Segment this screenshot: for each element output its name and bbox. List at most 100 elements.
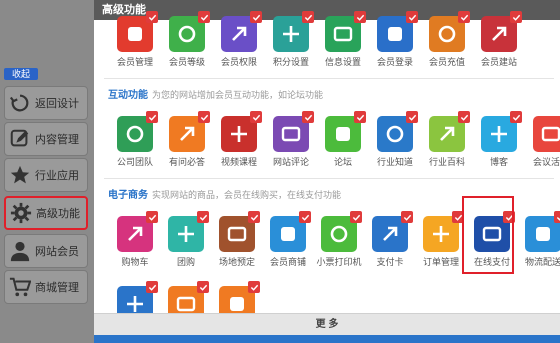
checked-icon xyxy=(554,211,560,223)
feature-label: 会员权限 xyxy=(220,57,257,67)
section-title-ecommerce: 电子商务 实现网站的商品，会员在线购买，在线支付功能 xyxy=(108,186,341,201)
team-icon xyxy=(117,111,158,152)
sidebar-item-label: 返回设计 xyxy=(35,98,79,110)
edit-icon xyxy=(5,124,35,154)
left-sidebar: 收起 返回设计 内容管理 行业应用 高级功能 网站会员 商城管理 xyxy=(0,0,96,343)
logistics-icon xyxy=(525,211,560,252)
checked-icon xyxy=(146,111,158,123)
feature-tile[interactable]: 支付卡 xyxy=(367,211,413,268)
checked-icon xyxy=(458,111,470,123)
checked-icon xyxy=(146,211,158,223)
feature-label: 场地预定 xyxy=(218,257,255,267)
sidebar-item-advanced[interactable]: 高级功能 xyxy=(4,196,88,230)
more-button[interactable]: 更 多 xyxy=(94,313,560,335)
sidebar-item-back-design[interactable]: 返回设计 xyxy=(4,86,88,120)
feature-tile[interactable]: 会员登录 xyxy=(372,11,418,68)
checked-icon xyxy=(401,211,413,223)
checked-icon xyxy=(146,281,158,293)
feature-tile[interactable]: 行业百科 xyxy=(424,111,470,168)
checked-icon xyxy=(250,11,262,23)
checked-icon xyxy=(406,111,418,123)
feature-tile[interactable]: 会员等级 xyxy=(164,11,210,68)
feature-tile[interactable]: 会员充值 xyxy=(424,11,470,68)
checked-icon xyxy=(510,111,522,123)
collapse-button[interactable]: 收起 xyxy=(4,68,38,80)
feature-tile[interactable]: 网站评论 xyxy=(268,111,314,168)
receipt-printer-icon xyxy=(321,211,362,252)
encyclopedia-icon xyxy=(429,111,470,152)
checked-icon xyxy=(198,11,210,23)
feature-label: 视频课程 xyxy=(220,157,257,167)
industry-know-icon xyxy=(377,111,418,152)
checked-icon xyxy=(248,281,260,293)
member-level-icon xyxy=(169,11,210,52)
collapse-label: 收起 xyxy=(11,69,30,79)
booking-icon xyxy=(219,211,260,252)
feature-tile[interactable]: 场地预定 xyxy=(214,211,260,268)
bottom-strip xyxy=(94,335,560,343)
back-icon xyxy=(5,88,35,118)
feature-tile[interactable]: 公司团队 xyxy=(112,111,158,168)
feature-label: 会议活动 xyxy=(532,157,560,167)
feature-tile[interactable]: 会员建站 xyxy=(476,11,522,68)
feature-tile[interactable]: 会员管理 xyxy=(112,11,158,68)
feature-label: 会员充值 xyxy=(428,57,465,67)
sidebar-item-content[interactable]: 内容管理 xyxy=(4,122,88,156)
member-recharge-icon xyxy=(429,11,470,52)
section-desc: 为您的网站增加会员互动功能，如论坛功能 xyxy=(152,90,324,100)
sidebar-item-industry[interactable]: 行业应用 xyxy=(4,158,88,192)
section-title-text: 电子商务 xyxy=(108,190,148,201)
feature-tile[interactable]: 积分设置 xyxy=(268,11,314,68)
feature-tile[interactable]: 行业知道 xyxy=(372,111,418,168)
feature-tile[interactable]: 购物车 xyxy=(112,211,158,268)
feature-tile[interactable]: 小票打印机 xyxy=(316,211,362,268)
feature-tile[interactable]: 会员权限 xyxy=(216,11,262,68)
feature-label: 积分设置 xyxy=(272,57,309,67)
feature-label: 公司团队 xyxy=(116,157,153,167)
feature-tile[interactable]: 信息设置 xyxy=(320,11,366,68)
meeting-icon xyxy=(533,116,560,152)
sidebar-item-label: 网站会员 xyxy=(35,246,79,258)
payment-card-icon xyxy=(372,211,413,252)
feature-label: 博客 xyxy=(489,157,508,167)
feature-label: 会员登录 xyxy=(376,57,413,67)
checked-icon xyxy=(198,111,210,123)
qa-icon xyxy=(169,111,210,152)
feature-tile[interactable]: 有问必答 xyxy=(164,111,210,168)
sidebar-item-label: 商城管理 xyxy=(35,282,79,294)
checked-icon xyxy=(350,211,362,223)
comment-icon xyxy=(273,111,314,152)
checked-icon xyxy=(302,111,314,123)
feature-label: 订单管理 xyxy=(422,257,459,267)
feature-tile[interactable]: 论坛 xyxy=(320,111,366,168)
feature-tile[interactable]: 会员商铺 xyxy=(265,211,311,268)
advanced-features-modal: 高级功能 会员管理 会员等级 会员权限 积分设置 信息设置 会员登录 会员充值 会员建站 互动… xyxy=(94,0,560,343)
feature-label: 网站评论 xyxy=(272,157,309,167)
checked-icon xyxy=(458,11,470,23)
feature-label: 小票打印机 xyxy=(316,257,362,267)
feature-label: 团购 xyxy=(176,257,195,267)
feature-tile[interactable]: 物流配送 xyxy=(520,211,560,268)
feature-tile[interactable]: 视频课程 xyxy=(216,111,262,168)
member-shop-icon xyxy=(270,211,311,252)
star-icon xyxy=(5,160,35,190)
checked-icon xyxy=(406,11,418,23)
feature-tile[interactable]: 订单管理 xyxy=(418,211,464,268)
sidebar-item-label: 行业应用 xyxy=(35,170,79,182)
feature-tile[interactable]: 会议活动 xyxy=(528,116,560,168)
feature-label: 有问必答 xyxy=(168,157,205,167)
section-divider xyxy=(104,78,554,79)
user-icon xyxy=(5,236,35,266)
checked-icon xyxy=(250,111,262,123)
feature-tile[interactable]: 团购 xyxy=(163,211,209,268)
member-manage-icon xyxy=(117,11,158,52)
gear-icon xyxy=(6,198,36,228)
checked-icon xyxy=(146,11,158,23)
feature-label: 支付卡 xyxy=(376,257,404,267)
section-divider xyxy=(104,178,554,179)
sidebar-item-shop[interactable]: 商城管理 xyxy=(4,270,88,304)
checked-icon xyxy=(510,11,522,23)
feature-tile[interactable]: 博客 xyxy=(476,111,522,168)
sidebar-item-members[interactable]: 网站会员 xyxy=(4,234,88,268)
member-permission-icon xyxy=(221,11,262,52)
